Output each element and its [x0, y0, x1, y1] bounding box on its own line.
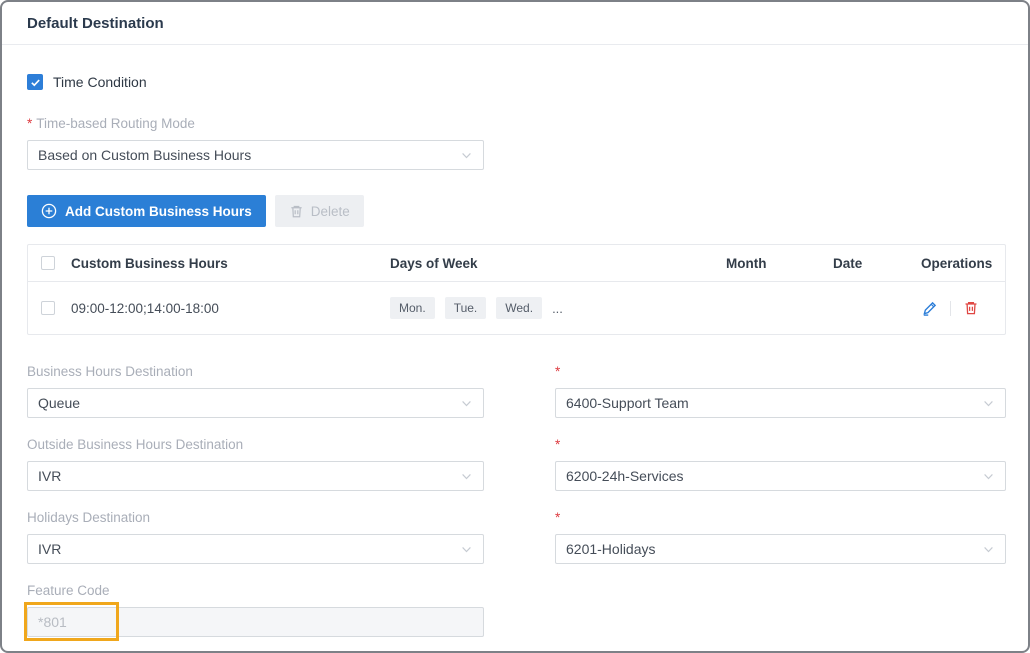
- business-hours-destination-target-select[interactable]: 6400-Support Team: [555, 388, 1006, 418]
- delete-button-label: Delete: [310, 203, 350, 219]
- routing-mode-label-row: * Time-based Routing Mode: [27, 116, 1006, 132]
- day-tag: Wed.: [496, 297, 543, 319]
- time-condition-label: Time Condition: [53, 74, 147, 90]
- holidays-destination-target-select[interactable]: 6201-Holidays: [555, 534, 1006, 564]
- edit-row-button[interactable]: [921, 300, 938, 317]
- chevron-down-icon: [460, 397, 473, 410]
- column-header-month: Month: [726, 255, 767, 271]
- business-hours-destination-type-select[interactable]: Queue: [27, 388, 484, 418]
- header-checkbox-cell: [28, 256, 71, 270]
- required-asterisk: *: [555, 510, 561, 525]
- select-all-checkbox[interactable]: [41, 256, 55, 270]
- holidays-destination-type-select[interactable]: IVR: [27, 534, 484, 564]
- destination-type-value: IVR: [38, 541, 62, 557]
- time-condition-checkbox[interactable]: [27, 74, 43, 90]
- outside-business-hours-destination-block: Outside Business Hours Destination * IVR…: [27, 437, 1006, 491]
- chevron-down-icon: [982, 543, 995, 556]
- add-custom-business-hours-button[interactable]: Add Custom Business Hours: [27, 195, 266, 227]
- row-checkbox-cell: [28, 301, 71, 315]
- trash-icon: [289, 204, 304, 219]
- routing-mode-select[interactable]: Based on Custom Business Hours: [27, 140, 484, 170]
- row-hours-value: 09:00-12:00;14:00-18:00: [71, 300, 219, 316]
- delete-row-button[interactable]: [963, 300, 979, 316]
- outside-business-hours-destination-type-select[interactable]: IVR: [27, 461, 484, 491]
- holidays-destination-block: Holidays Destination * IVR 6201-Holidays: [27, 510, 1006, 564]
- column-header-days: Days of Week: [390, 255, 478, 271]
- business-hours-destination-block: Business Hours Destination * Queue 6400-…: [27, 364, 1006, 418]
- holidays-destination-label: Holidays Destination: [27, 510, 151, 525]
- business-hours-destination-label: Business Hours Destination: [27, 364, 193, 379]
- column-header-operations: Operations: [921, 255, 993, 271]
- table-row: 09:00-12:00;14:00-18:00 Mon. Tue. Wed. .…: [28, 282, 1005, 334]
- routing-mode-value: Based on Custom Business Hours: [38, 147, 252, 163]
- day-tag: Tue.: [444, 297, 487, 319]
- header-divider: [2, 44, 1028, 45]
- settings-panel: Default Destination Time Condition * Time…: [0, 0, 1030, 653]
- page-title: Default Destination: [27, 15, 164, 32]
- destination-type-value: IVR: [38, 468, 62, 484]
- feature-code-label: Feature Code: [27, 583, 110, 598]
- trash-icon: [963, 300, 979, 316]
- destination-target-value: 6400-Support Team: [566, 395, 689, 411]
- column-header-date: Date: [833, 255, 863, 271]
- form-content: Time Condition * Time-based Routing Mode …: [2, 74, 1028, 641]
- chevron-down-icon: [460, 543, 473, 556]
- table-header-row: Custom Business Hours Days of Week Month…: [28, 245, 1005, 282]
- operations-divider: [950, 300, 951, 316]
- chevron-down-icon: [982, 397, 995, 410]
- table-toolbar: Add Custom Business Hours Delete: [27, 195, 1006, 227]
- add-button-label: Add Custom Business Hours: [65, 203, 252, 219]
- routing-mode-label: Time-based Routing Mode: [36, 116, 195, 131]
- pencil-icon: [921, 300, 938, 317]
- column-header-hours: Custom Business Hours: [71, 255, 228, 271]
- outside-business-hours-destination-target-select[interactable]: 6200-24h-Services: [555, 461, 1006, 491]
- required-asterisk: *: [27, 116, 33, 131]
- feature-code-input[interactable]: [27, 607, 484, 637]
- panel-header: Default Destination: [2, 2, 1028, 44]
- day-tag: Mon.: [390, 297, 435, 319]
- check-icon: [30, 77, 41, 88]
- required-asterisk: *: [555, 364, 561, 379]
- feature-code-block: Feature Code: [24, 583, 1006, 641]
- outside-business-hours-destination-label: Outside Business Hours Destination: [27, 437, 244, 452]
- delete-button[interactable]: Delete: [274, 195, 364, 227]
- destination-target-value: 6201-Holidays: [566, 541, 656, 557]
- row-operations-cell: [921, 300, 1005, 317]
- plus-circle-icon: [41, 203, 57, 219]
- destination-target-value: 6200-24h-Services: [566, 468, 684, 484]
- time-condition-row: Time Condition: [27, 74, 1006, 90]
- chevron-down-icon: [460, 149, 473, 162]
- custom-business-hours-table: Custom Business Hours Days of Week Month…: [27, 244, 1006, 335]
- chevron-down-icon: [982, 470, 995, 483]
- feature-code-field-wrap: [24, 602, 484, 641]
- days-overflow-ellipsis: ...: [552, 300, 563, 316]
- row-checkbox[interactable]: [41, 301, 55, 315]
- chevron-down-icon: [460, 470, 473, 483]
- row-days-cell: Mon. Tue. Wed. ...: [390, 297, 726, 319]
- required-asterisk: *: [555, 437, 561, 452]
- destination-type-value: Queue: [38, 395, 81, 411]
